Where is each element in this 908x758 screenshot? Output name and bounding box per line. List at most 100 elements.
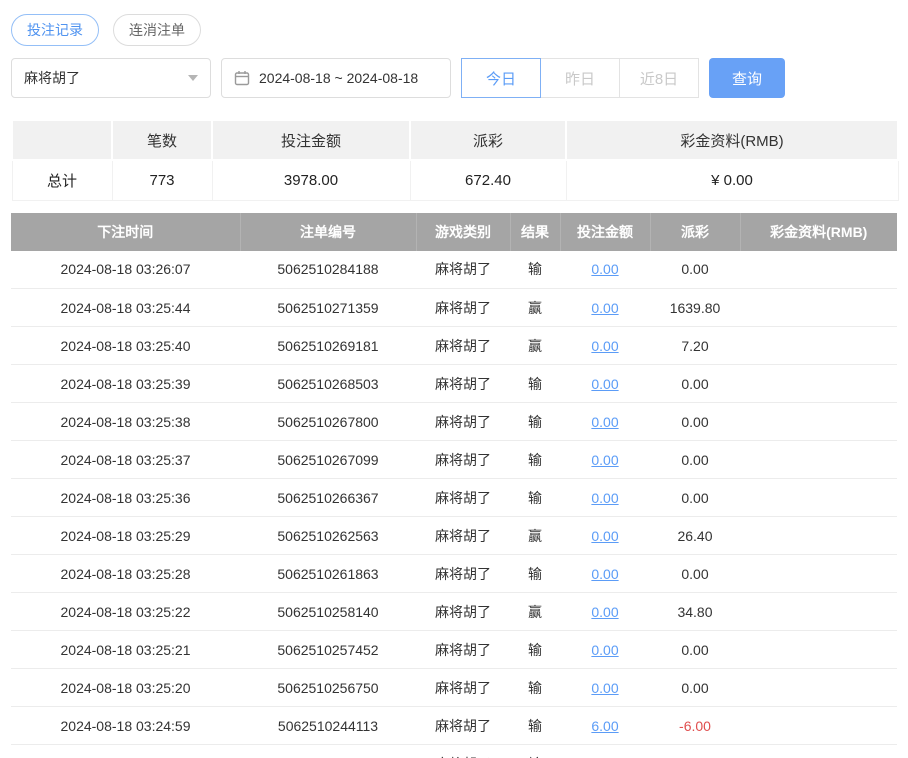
date-range-picker[interactable]: 2024-08-18 ~ 2024-08-18 — [221, 58, 451, 98]
bet-amount-cell: 0.00 — [560, 478, 650, 517]
bet-amount-link[interactable]: 0.00 — [591, 490, 618, 506]
game-select[interactable]: 麻将胡了 — [11, 58, 211, 98]
bet-amount-link[interactable]: 0.00 — [591, 566, 618, 582]
result-cell: 输 — [510, 706, 560, 745]
header-payout: 派彩 — [650, 212, 741, 251]
bet-time-cell: 2024-08-18 03:25:29 — [11, 516, 240, 555]
search-button[interactable]: 查询 — [709, 58, 785, 98]
yesterday-button[interactable]: 昨日 — [540, 58, 620, 98]
order-id-cell: 5062510261863 — [240, 554, 416, 593]
bet-amount-link[interactable]: 0.00 — [591, 452, 618, 468]
table-row: 2024-08-18 03:25:21 5062510257452 麻将胡了 输… — [11, 630, 897, 669]
bonus-cell — [740, 364, 897, 403]
bet-amount-cell: 0.00 — [560, 326, 650, 365]
summary-header-count: 笔数 — [111, 119, 213, 161]
result-cell: 赢 — [510, 592, 560, 631]
table-row: 2024-08-18 03:25:22 5062510258140 麻将胡了 赢… — [11, 592, 897, 631]
result-cell: 输 — [510, 630, 560, 669]
payout-cell: -6.00 — [650, 706, 740, 745]
quick-date-buttons: 今日 昨日 近8日 — [461, 58, 699, 98]
order-id-cell: 5062510268503 — [240, 364, 416, 403]
summary-header-bet-amount: 投注金额 — [211, 119, 411, 161]
payout-cell: 0.00 — [650, 630, 740, 669]
bet-time-cell: 2024-08-18 03:25:38 — [11, 402, 240, 441]
bet-records-table: 下注时间 注单编号 游戏类别 结果 投注金额 派彩 彩金资料(RMB) 2024… — [11, 212, 897, 758]
game-type-cell: 麻将胡了 — [416, 288, 510, 327]
result-cell: 赢 — [510, 516, 560, 555]
bet-amount-link[interactable]: 0.00 — [591, 376, 618, 392]
table-row: 2024-08-18 03:25:28 5062510261863 麻将胡了 输… — [11, 554, 897, 593]
game-type-cell: 麻将胡了 — [416, 250, 510, 289]
bet-amount-cell: 0.00 — [560, 630, 650, 669]
table-row: 2024-08-18 03:25:29 5062510262563 麻将胡了 赢… — [11, 516, 897, 555]
bet-amount-cell: 6.00 — [560, 744, 650, 758]
bet-amount-link[interactable]: 0.00 — [591, 604, 618, 620]
bet-amount-cell: 0.00 — [560, 250, 650, 289]
bet-time-cell: 2024-08-18 03:25:36 — [11, 478, 240, 517]
payout-cell: 7.20 — [650, 326, 740, 365]
bet-amount-cell: 0.00 — [560, 592, 650, 631]
bonus-cell — [740, 250, 897, 289]
payout-cell: 0.00 — [650, 554, 740, 593]
game-type-cell: 麻将胡了 — [416, 744, 510, 758]
bonus-cell — [740, 744, 897, 758]
bet-amount-link[interactable]: 0.00 — [591, 528, 618, 544]
bet-amount-cell: 0.00 — [560, 364, 650, 403]
header-order-id: 注单编号 — [240, 212, 417, 251]
last-8-days-button[interactable]: 近8日 — [619, 58, 699, 98]
bet-time-cell: 2024-08-18 03:25:20 — [11, 668, 240, 707]
game-type-cell: 麻将胡了 — [416, 364, 510, 403]
result-cell: 输 — [510, 402, 560, 441]
bet-amount-link[interactable]: 0.00 — [591, 414, 618, 430]
header-bet-time: 下注时间 — [11, 212, 241, 251]
result-cell: 输 — [510, 668, 560, 707]
bet-table-body: 2024-08-18 03:26:07 5062510284188 麻将胡了 输… — [11, 250, 897, 758]
bet-amount-link[interactable]: 0.00 — [591, 642, 618, 658]
payout-cell: 1639.80 — [650, 288, 740, 327]
today-button[interactable]: 今日 — [461, 58, 541, 98]
bonus-cell — [740, 326, 897, 365]
bet-amount-link[interactable]: 0.00 — [591, 680, 618, 696]
bet-time-cell: 2024-08-18 03:25:37 — [11, 440, 240, 479]
header-game-type: 游戏类别 — [416, 212, 511, 251]
bet-amount-link[interactable]: 0.00 — [591, 261, 618, 277]
payout-cell: 0.00 — [650, 440, 740, 479]
result-cell: 输 — [510, 744, 560, 758]
bet-amount-cell: 0.00 — [560, 668, 650, 707]
result-cell: 输 — [510, 554, 560, 593]
game-select-value: 麻将胡了 — [24, 70, 80, 86]
payout-cell: 34.80 — [650, 592, 740, 631]
bet-amount-cell: 0.00 — [560, 554, 650, 593]
summary-header-bonus: 彩金资料(RMB) — [565, 119, 899, 161]
bonus-cell — [740, 630, 897, 669]
bet-amount-link[interactable]: 0.00 — [591, 338, 618, 354]
order-id-cell: 5062510284188 — [240, 250, 416, 289]
result-cell: 输 — [510, 440, 560, 479]
summary-header-row: 笔数 投注金额 派彩 彩金资料(RMB) — [11, 119, 899, 161]
game-type-cell: 麻将胡了 — [416, 554, 510, 593]
tab-bet-records[interactable]: 投注记录 — [11, 14, 99, 46]
date-range-value: 2024-08-18 ~ 2024-08-18 — [259, 70, 419, 86]
bet-amount-link[interactable]: 0.00 — [591, 300, 618, 316]
bet-amount-cell: 0.00 — [560, 288, 650, 327]
payout-cell: 0.00 — [650, 478, 740, 517]
table-row: 2024-08-18 03:24:58 5062510243094 麻将胡了 输… — [11, 744, 897, 758]
bet-time-cell: 2024-08-18 03:25:28 — [11, 554, 240, 593]
order-id-cell: 5062510269181 — [240, 326, 416, 365]
bet-amount-cell: 0.00 — [560, 440, 650, 479]
game-type-cell: 麻将胡了 — [416, 706, 510, 745]
bet-time-cell: 2024-08-18 03:25:22 — [11, 592, 240, 631]
order-id-cell: 5062510262563 — [240, 516, 416, 555]
bet-amount-cell: 0.00 — [560, 516, 650, 555]
summary-total-row: 总计 773 3978.00 672.40 ¥ 0.00 — [11, 159, 899, 201]
tab-cancelled-orders[interactable]: 连消注单 — [113, 14, 201, 46]
order-id-cell: 5062510267800 — [240, 402, 416, 441]
bet-amount-link[interactable]: 6.00 — [591, 718, 618, 734]
bonus-cell — [740, 516, 897, 555]
order-id-cell: 5062510258140 — [240, 592, 416, 631]
order-id-cell: 5062510244113 — [240, 706, 416, 745]
payout-cell: 0.00 — [650, 402, 740, 441]
bet-time-cell: 2024-08-18 03:25:21 — [11, 630, 240, 669]
bet-amount-cell: 6.00 — [560, 706, 650, 745]
order-id-cell: 5062510256750 — [240, 668, 416, 707]
